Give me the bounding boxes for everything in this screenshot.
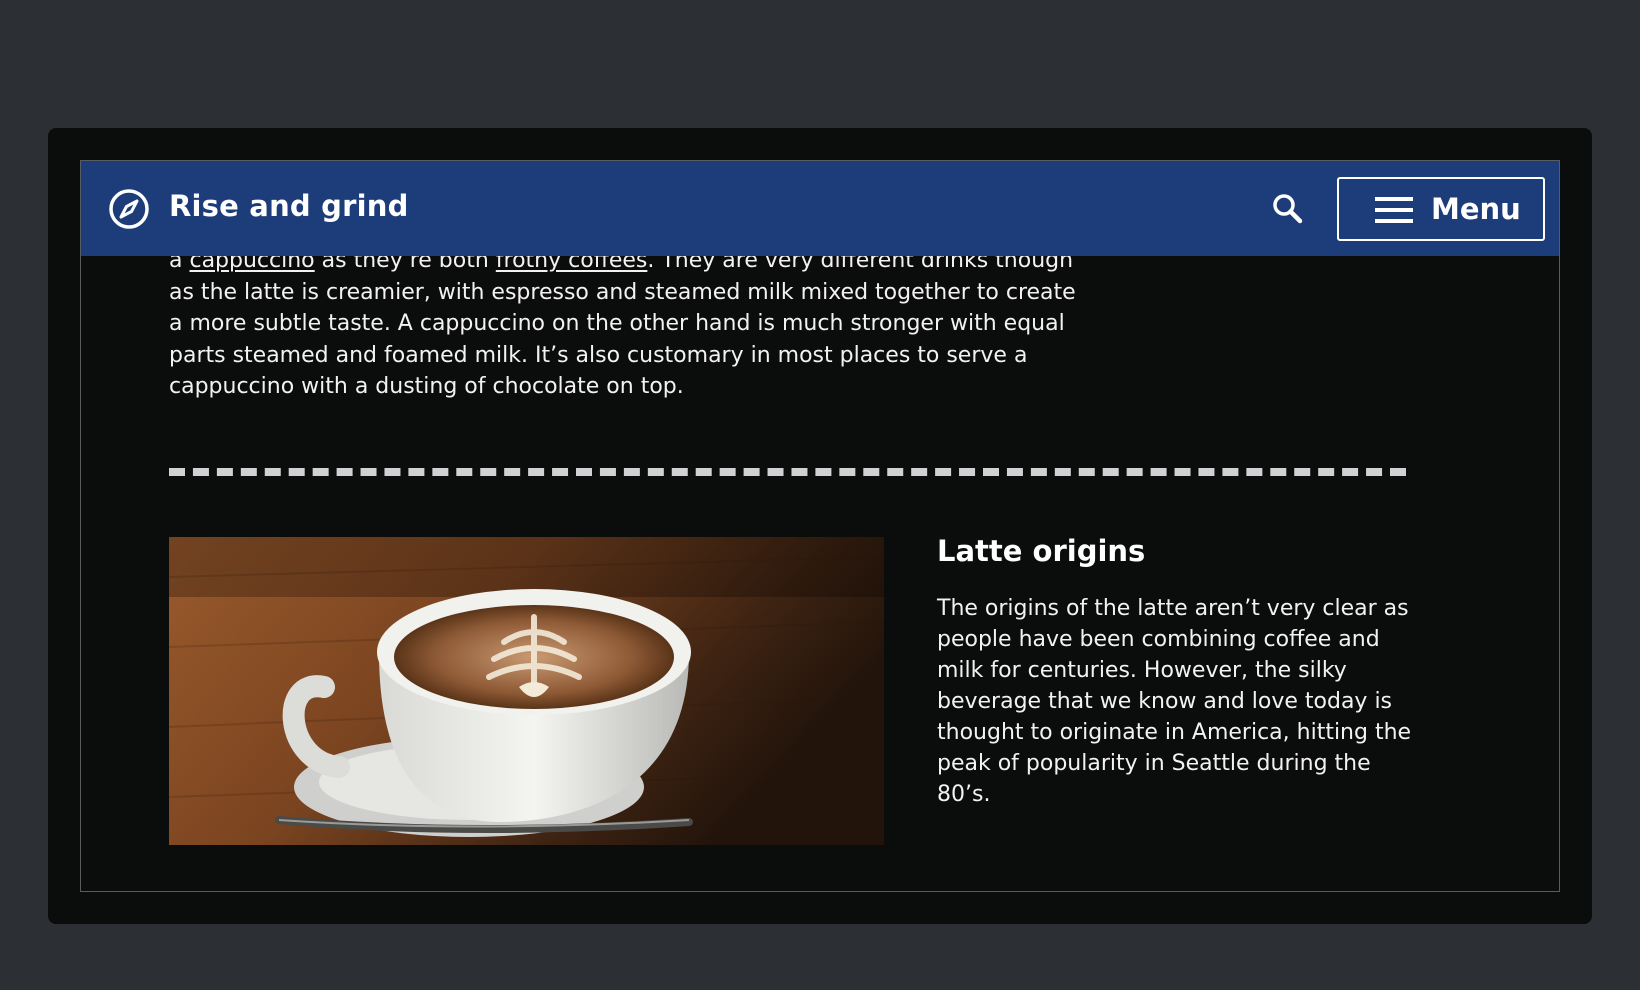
device-frame: Rise and grind Menu a cappuccino as they… [48,128,1592,924]
hamburger-icon [1375,197,1413,223]
site-header: Rise and grind Menu [81,161,1559,256]
search-icon [1273,194,1303,224]
site-title[interactable]: Rise and grind [169,189,409,223]
intro-paragraph: a cappuccino as they’re both frothy coff… [169,245,1079,403]
latte-photo [169,537,884,845]
origins-heading: Latte origins [937,534,1146,568]
compass-icon[interactable] [108,188,150,230]
menu-button[interactable]: Menu [1337,177,1545,241]
origins-paragraph: The origins of the latte aren’t very cle… [937,596,1412,807]
browser-viewport: Rise and grind Menu a cappuccino as they… [80,160,1560,892]
menu-label: Menu [1431,192,1521,226]
search-button[interactable] [1268,189,1308,229]
section-divider [169,468,1406,476]
